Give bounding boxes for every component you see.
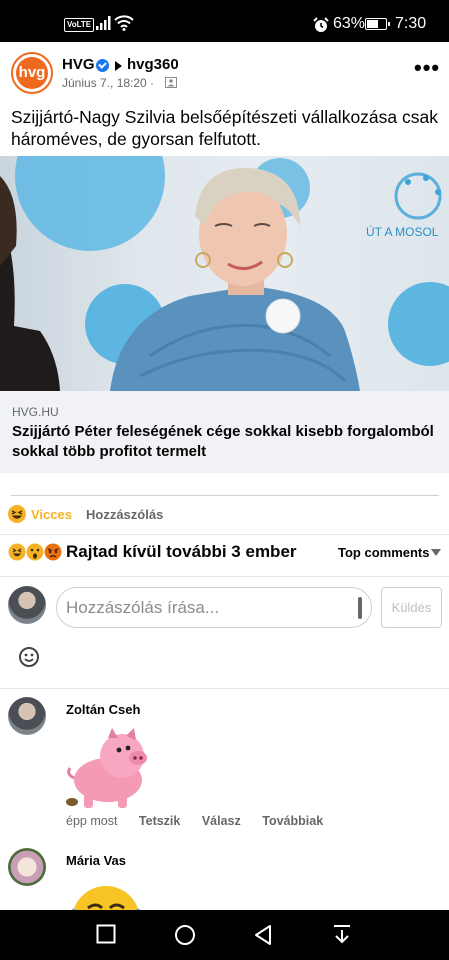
commenter-avatar[interactable] [8, 697, 46, 735]
post-image[interactable]: ÚT A MOSOL [0, 156, 449, 391]
reaction-button[interactable]: Vicces [31, 507, 72, 522]
reply-button[interactable]: Válasz [202, 814, 241, 828]
commenter-name[interactable]: Mária Vas [66, 853, 126, 868]
post-text: Szijjártó-Nagy Szilvia belsőépítészeti v… [11, 107, 438, 149]
like-button[interactable]: Tetszik [139, 814, 180, 828]
text-cursor [358, 597, 362, 619]
divider [0, 576, 449, 577]
shared-arrow-icon [115, 61, 122, 71]
link-title: Szijjártó Péter feleségének cége sokkal … [12, 423, 434, 460]
divider [11, 495, 439, 496]
article-photo: ÚT A MOSOL [0, 156, 449, 391]
battery-icon [365, 18, 390, 30]
page-avatar[interactable]: hvg [11, 52, 53, 94]
divider [0, 534, 449, 535]
comment-input[interactable]: Hozzászólás írása... [56, 587, 372, 628]
angry-emoji-icon [44, 543, 62, 561]
battery-fill [367, 20, 378, 28]
alarm-icon [313, 17, 329, 32]
reaction-summary-icons [8, 543, 62, 561]
reaction-summary-text[interactable]: Rajtad kívül további 3 ember [66, 542, 297, 562]
notification-pull-icon[interactable] [332, 924, 352, 944]
haha-emoji-icon [8, 543, 26, 561]
page-name[interactable]: HVG [62, 56, 95, 73]
battery-percent: 63% [333, 15, 366, 32]
user-avatar [8, 586, 46, 624]
commenter-name[interactable]: Zoltán Cseh [66, 702, 140, 717]
verified-badge-icon [96, 59, 109, 72]
link-domain: HVG.HU [12, 405, 59, 419]
pig-sticker[interactable] [64, 728, 152, 810]
comment-input-placeholder: Hozzászólás írása... [66, 598, 220, 617]
volte-badge: VoLTE [64, 18, 95, 32]
home-icon[interactable] [174, 924, 196, 946]
divider [0, 688, 449, 689]
wifi-icon [114, 15, 134, 31]
commenter-avatar[interactable] [8, 848, 46, 886]
signal-icon [96, 16, 111, 30]
backdrop-text: ÚT A MOSOL [366, 224, 439, 239]
more-options-icon[interactable]: ••• [414, 57, 440, 79]
more-button[interactable]: Továbbiak [262, 814, 323, 828]
haha-emoji-icon [8, 505, 26, 523]
sort-comments-dropdown[interactable]: Top comments [338, 545, 430, 560]
clock: 7:30 [395, 15, 427, 32]
post-timestamp[interactable]: Június 7., 18:20 · [62, 76, 154, 90]
emoji-picker-icon[interactable] [18, 646, 40, 668]
chevron-down-icon[interactable] [431, 549, 441, 556]
back-icon[interactable] [253, 924, 273, 946]
public-audience-icon [165, 77, 177, 88]
comment-meta: épp most Tetszik Válasz Továbbiak [66, 814, 341, 828]
send-button[interactable]: Küldés [381, 587, 442, 628]
comment-time: épp most [66, 814, 118, 828]
shared-page-name[interactable]: hvg360 [127, 56, 179, 73]
hvg-logo: hvg [16, 57, 48, 89]
system-nav-bar [0, 910, 449, 960]
recent-apps-icon[interactable] [96, 924, 116, 944]
link-preview[interactable]: HVG.HU Szijjártó Péter feleségének cége … [0, 391, 449, 473]
status-bar: VoLTE 63% 7:30 [0, 0, 449, 42]
comment-button[interactable]: Hozzászólás [86, 507, 163, 522]
